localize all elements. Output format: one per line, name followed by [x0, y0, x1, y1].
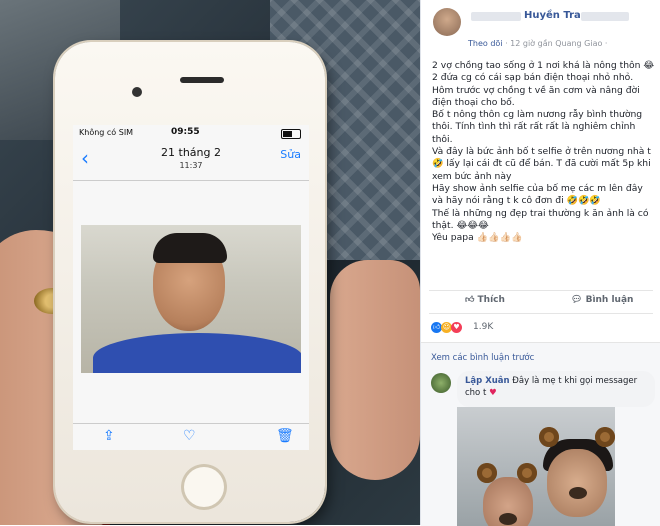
post-meta: Theo dõi · 12 giờ gần Quang Giao ·: [468, 39, 607, 48]
photo-date: 21 tháng 2: [161, 146, 221, 159]
post-panel: Huyền Trang Theo dõi · 12 giờ gần Quang …: [420, 0, 660, 526]
photos-nav-bar: ‹ 21 tháng 2 11:37 Sửa: [73, 140, 309, 181]
post-body: 2 vợ chồng tao sống ở 1 nơi khá là nông …: [432, 60, 656, 244]
blurred-name-2: [581, 12, 629, 21]
selfie-photo: [81, 225, 301, 373]
post-paragraph: Thế là những ng đẹp trai thường k ăn ảnh…: [432, 207, 649, 231]
post-paragraph: Và đây là bức ảnh bố t selfie ở trên nươ…: [432, 146, 651, 182]
carrier-text: Không có SIM: [79, 128, 134, 137]
post-paragraph: Hôm trước vợ chồng t về ăn cơm và nâng đ…: [432, 84, 640, 108]
trash-icon: 🗑: [276, 428, 294, 444]
post-time-location: · 12 giờ gần Quang Giao ·: [505, 39, 608, 48]
heart-icon: ♡: [183, 428, 196, 444]
photos-toolbar: ⇪ ♡ 🗑: [73, 423, 309, 450]
bear-ear-filter: [539, 427, 559, 447]
blurred-name: [471, 12, 521, 21]
face: [547, 449, 607, 517]
view-previous-comments-link[interactable]: Xem các bình luận trước: [431, 353, 534, 363]
bear-ear-filter: [595, 427, 615, 447]
phone-speaker: [180, 77, 224, 83]
comment-label: Bình luận: [585, 295, 634, 305]
bear-nose-filter: [499, 513, 517, 525]
bear-ear-filter: [477, 463, 497, 483]
heart-emoji: ♥: [489, 388, 497, 398]
commenter-avatar[interactable]: [431, 373, 451, 393]
author-avatar[interactable]: [433, 8, 461, 36]
thumb: [330, 260, 420, 480]
post-paragraph: 2 vợ chồng tao sống ở 1 nơi khá là nông …: [432, 60, 655, 84]
status-bar: Không có SIM 09:55: [73, 125, 309, 140]
post-photo[interactable]: Không có SIM 09:55 ‹ 21 tháng 2 11:37 Sử…: [0, 0, 420, 525]
clock: 09:55: [171, 127, 200, 137]
comment-text: Lập Xuân Đây là mẹ t khi gọi messager ch…: [465, 375, 651, 399]
follow-link[interactable]: Theo dõi: [468, 39, 503, 48]
phone-screen: Không có SIM 09:55 ‹ 21 tháng 2 11:37 Sử…: [73, 125, 309, 450]
comment-photo[interactable]: [457, 407, 615, 526]
like-button[interactable]: 👍︎ Thích: [465, 295, 505, 305]
comments-section: Xem các bình luận trước Lập Xuân Đây là …: [421, 342, 660, 526]
post-actions: 👍︎ Thích 💬︎ Bình luận: [429, 290, 653, 314]
post-paragraph: Yêu papa 👍🏻👍🏻👍🏻👍🏻: [432, 232, 523, 244]
share-icon: ⇪: [103, 428, 115, 444]
love-reaction-icon: ♥: [451, 322, 462, 333]
comment-icon: 💬︎: [571, 295, 583, 305]
phone-camera: [132, 87, 142, 97]
bear-nose-filter: [569, 487, 587, 499]
commenter-name[interactable]: Lập Xuân: [465, 376, 510, 386]
edit-button: Sửa: [280, 148, 301, 161]
blue-shirt: [93, 333, 301, 373]
post-paragraph: Hãy show ảnh selfie của bố mẹ các m lên …: [432, 182, 643, 207]
battery-icon: [281, 129, 301, 139]
home-button: [181, 464, 227, 510]
reaction-count: 1.9K: [473, 322, 494, 332]
bear-ear-filter: [517, 463, 537, 483]
comment-button[interactable]: 💬︎ Bình luận: [571, 295, 633, 305]
like-label: Thích: [477, 295, 505, 305]
comment-bubble: Lập Xuân Đây là mẹ t khi gọi messager ch…: [457, 371, 655, 407]
photo-time: 11:37: [179, 161, 203, 170]
thumbs-up-icon: 👍︎: [465, 295, 475, 305]
hair: [153, 233, 227, 263]
post-paragraph: Bố t nông thôn cg làm nương rẫy bình thư…: [432, 109, 643, 145]
